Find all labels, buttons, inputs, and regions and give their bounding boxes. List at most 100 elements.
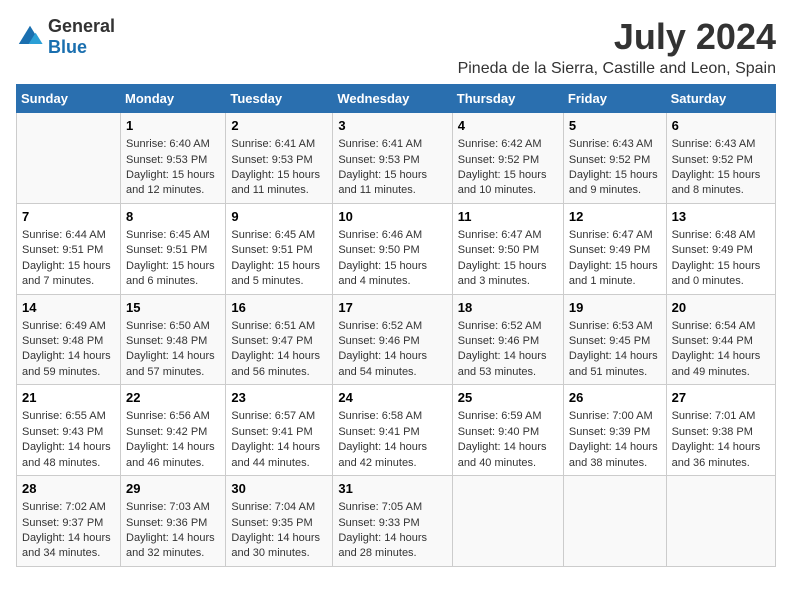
cell-info: Sunrise: 6:42 AM Sunset: 9:52 PM Dayligh… [458, 137, 558, 199]
cell-info: Sunrise: 7:00 AM Sunset: 9:39 PM Dayligh… [569, 409, 661, 471]
cell-info: Sunrise: 7:02 AM Sunset: 9:37 PM Dayligh… [22, 500, 115, 562]
cell-info: Sunrise: 6:48 AM Sunset: 9:49 PM Dayligh… [672, 228, 770, 290]
calendar-cell: 21 Sunrise: 6:55 AM Sunset: 9:43 PM Dayli… [17, 385, 121, 476]
weekday-header: Friday [563, 85, 666, 113]
day-number: 30 [231, 480, 327, 498]
calendar-cell: 14 Sunrise: 6:49 AM Sunset: 9:48 PM Dayli… [17, 294, 121, 385]
calendar-cell: 9Sunrise: 6:45 AM Sunset: 9:51 PM Daylig… [226, 203, 333, 294]
calendar-cell: 13 Sunrise: 6:48 AM Sunset: 9:49 PM Dayli… [666, 203, 775, 294]
calendar-cell: 12Sunrise: 6:47 AM Sunset: 9:49 PM Dayli… [563, 203, 666, 294]
day-number: 18 [458, 299, 558, 317]
day-number: 3 [338, 117, 446, 135]
weekday-header: Monday [121, 85, 226, 113]
cell-info: Sunrise: 6:55 AM Sunset: 9:43 PM Dayligh… [22, 409, 115, 471]
calendar-cell [666, 476, 775, 567]
calendar-cell: 4 Sunrise: 6:42 AM Sunset: 9:52 PM Daylig… [452, 113, 563, 204]
day-number: 13 [672, 208, 770, 226]
calendar-cell: 5 Sunrise: 6:43 AM Sunset: 9:52 PM Daylig… [563, 113, 666, 204]
calendar-cell: 6Sunrise: 6:43 AM Sunset: 9:52 PM Daylig… [666, 113, 775, 204]
main-title: July 2024 [458, 16, 776, 58]
day-number: 8 [126, 208, 220, 226]
day-number: 19 [569, 299, 661, 317]
calendar-cell: 15 Sunrise: 6:50 AM Sunset: 9:48 PM Dayli… [121, 294, 226, 385]
cell-info: Sunrise: 7:01 AM Sunset: 9:38 PM Dayligh… [672, 409, 770, 471]
cell-info: Sunrise: 6:59 AM Sunset: 9:40 PM Dayligh… [458, 409, 558, 471]
cell-info: Sunrise: 7:05 AM Sunset: 9:33 PM Dayligh… [338, 500, 446, 562]
day-number: 23 [231, 389, 327, 407]
cell-info: Sunrise: 6:47 AM Sunset: 9:49 PM Dayligh… [569, 228, 661, 290]
calendar-cell [452, 476, 563, 567]
calendar-week-row: 28 Sunrise: 7:02 AM Sunset: 9:37 PM Dayli… [17, 476, 776, 567]
calendar-cell: 18 Sunrise: 6:52 AM Sunset: 9:46 PM Dayli… [452, 294, 563, 385]
calendar-cell [563, 476, 666, 567]
calendar-cell: 10Sunrise: 6:46 AM Sunset: 9:50 PM Dayli… [333, 203, 452, 294]
logo-general: General [48, 16, 115, 36]
calendar-cell: 2 Sunrise: 6:41 AM Sunset: 9:53 PM Daylig… [226, 113, 333, 204]
cell-info: Sunrise: 6:53 AM Sunset: 9:45 PM Dayligh… [569, 319, 661, 381]
cell-info: Sunrise: 6:43 AM Sunset: 9:52 PM Dayligh… [569, 137, 661, 199]
day-number: 28 [22, 480, 115, 498]
day-number: 24 [338, 389, 446, 407]
calendar-week-row: 1 Sunrise: 6:40 AM Sunset: 9:53 PM Daylig… [17, 113, 776, 204]
day-number: 29 [126, 480, 220, 498]
cell-info: Sunrise: 6:40 AM Sunset: 9:53 PM Dayligh… [126, 137, 220, 199]
calendar-cell: 30 Sunrise: 7:04 AM Sunset: 9:35 PM Dayli… [226, 476, 333, 567]
title-area: July 2024 Pineda de la Sierra, Castille … [458, 16, 776, 78]
cell-info: Sunrise: 6:45 AM Sunset: 9:51 PM Dayligh… [126, 228, 220, 290]
cell-info: Sunrise: 6:54 AM Sunset: 9:44 PM Dayligh… [672, 319, 770, 381]
calendar-cell: 29 Sunrise: 7:03 AM Sunset: 9:36 PM Dayli… [121, 476, 226, 567]
weekday-header: Wednesday [333, 85, 452, 113]
cell-info: Sunrise: 6:47 AM Sunset: 9:50 PM Dayligh… [458, 228, 558, 290]
logo: General Blue [16, 16, 115, 58]
calendar-cell: 7 Sunrise: 6:44 AM Sunset: 9:51 PM Daylig… [17, 203, 121, 294]
logo-icon [16, 23, 44, 51]
logo-blue: Blue [48, 37, 87, 57]
cell-info: Sunrise: 6:50 AM Sunset: 9:48 PM Dayligh… [126, 319, 220, 381]
header: General Blue July 2024 Pineda de la Sier… [16, 16, 776, 78]
calendar-cell: 3 Sunrise: 6:41 AM Sunset: 9:53 PM Daylig… [333, 113, 452, 204]
weekday-header: Thursday [452, 85, 563, 113]
cell-info: Sunrise: 7:03 AM Sunset: 9:36 PM Dayligh… [126, 500, 220, 562]
calendar-cell: 25Sunrise: 6:59 AM Sunset: 9:40 PM Dayli… [452, 385, 563, 476]
cell-info: Sunrise: 6:52 AM Sunset: 9:46 PM Dayligh… [458, 319, 558, 381]
calendar-cell: 19 Sunrise: 6:53 AM Sunset: 9:45 PM Dayli… [563, 294, 666, 385]
calendar-cell: 31 Sunrise: 7:05 AM Sunset: 9:33 PM Dayli… [333, 476, 452, 567]
day-number: 14 [22, 299, 115, 317]
cell-info: Sunrise: 6:44 AM Sunset: 9:51 PM Dayligh… [22, 228, 115, 290]
day-number: 21 [22, 389, 115, 407]
cell-info: Sunrise: 6:51 AM Sunset: 9:47 PM Dayligh… [231, 319, 327, 381]
calendar-cell: 16 Sunrise: 6:51 AM Sunset: 9:47 PM Dayli… [226, 294, 333, 385]
cell-info: Sunrise: 6:52 AM Sunset: 9:46 PM Dayligh… [338, 319, 446, 381]
calendar-cell: 1 Sunrise: 6:40 AM Sunset: 9:53 PM Daylig… [121, 113, 226, 204]
day-number: 16 [231, 299, 327, 317]
calendar-cell [17, 113, 121, 204]
calendar-week-row: 21 Sunrise: 6:55 AM Sunset: 9:43 PM Dayli… [17, 385, 776, 476]
day-number: 2 [231, 117, 327, 135]
weekday-header-row: SundayMondayTuesdayWednesdayThursdayFrid… [17, 85, 776, 113]
calendar-cell: 24 Sunrise: 6:58 AM Sunset: 9:41 PM Dayli… [333, 385, 452, 476]
calendar-week-row: 7 Sunrise: 6:44 AM Sunset: 9:51 PM Daylig… [17, 203, 776, 294]
cell-info: Sunrise: 7:04 AM Sunset: 9:35 PM Dayligh… [231, 500, 327, 562]
cell-info: Sunrise: 6:49 AM Sunset: 9:48 PM Dayligh… [22, 319, 115, 381]
calendar-cell: 17Sunrise: 6:52 AM Sunset: 9:46 PM Dayli… [333, 294, 452, 385]
day-number: 5 [569, 117, 661, 135]
day-number: 11 [458, 208, 558, 226]
calendar-cell: 27Sunrise: 7:01 AM Sunset: 9:38 PM Dayli… [666, 385, 775, 476]
calendar-cell: 20 Sunrise: 6:54 AM Sunset: 9:44 PM Dayli… [666, 294, 775, 385]
calendar-cell: 26 Sunrise: 7:00 AM Sunset: 9:39 PM Dayli… [563, 385, 666, 476]
cell-info: Sunrise: 6:41 AM Sunset: 9:53 PM Dayligh… [338, 137, 446, 199]
day-number: 26 [569, 389, 661, 407]
day-number: 31 [338, 480, 446, 498]
subtitle: Pineda de la Sierra, Castille and Leon, … [458, 60, 776, 78]
day-number: 15 [126, 299, 220, 317]
day-number: 4 [458, 117, 558, 135]
calendar-cell: 22Sunrise: 6:56 AM Sunset: 9:42 PM Dayli… [121, 385, 226, 476]
day-number: 1 [126, 117, 220, 135]
day-number: 20 [672, 299, 770, 317]
calendar-cell: 8 Sunrise: 6:45 AM Sunset: 9:51 PM Daylig… [121, 203, 226, 294]
weekday-header: Sunday [17, 85, 121, 113]
cell-info: Sunrise: 6:58 AM Sunset: 9:41 PM Dayligh… [338, 409, 446, 471]
day-number: 7 [22, 208, 115, 226]
day-number: 9 [231, 208, 327, 226]
cell-info: Sunrise: 6:41 AM Sunset: 9:53 PM Dayligh… [231, 137, 327, 199]
